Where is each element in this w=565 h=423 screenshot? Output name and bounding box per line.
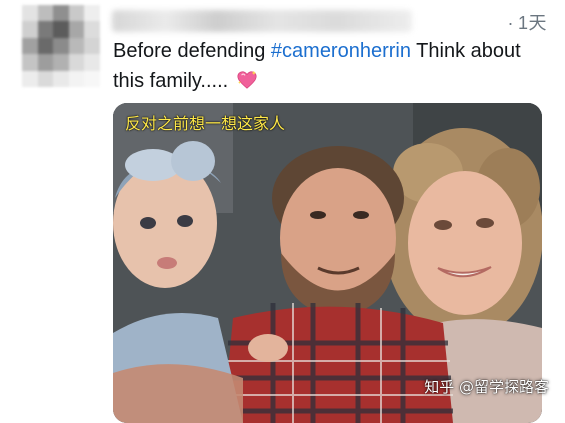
sparkling-heart-icon — [237, 70, 257, 89]
blurred-display-name[interactable] — [112, 10, 412, 32]
tweet-photo[interactable]: 反对之前想一想这家人 — [113, 103, 542, 423]
tweet-timestamp[interactable]: · 1天 — [507, 9, 547, 35]
avatar[interactable] — [22, 5, 100, 87]
tweet-card: · 1天 Before defending #cameronherrin Thin… — [0, 0, 565, 423]
photo-caption: 反对之前想一想这家人 — [125, 114, 286, 133]
tweet-text-before: Before defending — [113, 40, 271, 62]
hashtag-link[interactable]: #cameronherrin — [271, 40, 411, 62]
zhihu-watermark: 知乎 @留学探路客 — [424, 378, 549, 396]
timestamp-text: 1天 — [517, 13, 547, 33]
tweet-text: Before defending #cameronherrin Think ab… — [113, 36, 553, 96]
family-photo-illustration — [113, 103, 542, 423]
timestamp-separator: · — [507, 13, 514, 33]
